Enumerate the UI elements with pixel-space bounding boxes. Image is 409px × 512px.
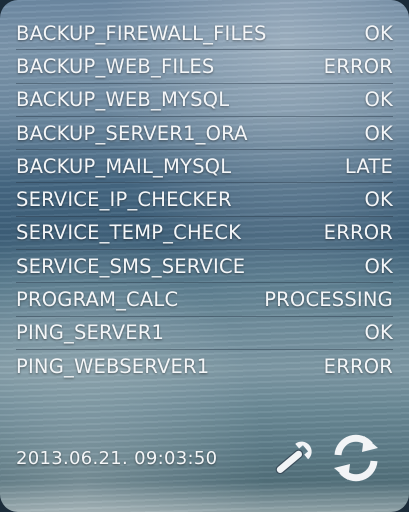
job-row[interactable]: BACKUP_FIREWALL_FILES OK bbox=[16, 17, 393, 51]
job-row[interactable]: SERVICE_TEMP_CHECK ERROR bbox=[16, 217, 393, 251]
job-status: OK bbox=[364, 121, 393, 145]
wrench-icon bbox=[275, 441, 312, 475]
job-name: SERVICE_IP_CHECKER bbox=[16, 188, 232, 212]
refresh-button[interactable] bbox=[325, 427, 387, 489]
job-status: OK bbox=[364, 21, 393, 45]
job-list: BACKUP_FIREWALL_FILES OK BACKUP_WEB_FILE… bbox=[16, 17, 393, 383]
job-name: BACKUP_WEB_MYSQL bbox=[16, 88, 230, 112]
job-name: BACKUP_MAIL_MYSQL bbox=[16, 154, 232, 178]
job-row[interactable]: BACKUP_WEB_MYSQL OK bbox=[16, 84, 393, 117]
job-status: PROCESSING bbox=[264, 288, 393, 312]
job-status: OK bbox=[364, 321, 393, 345]
job-name: PING_SERVER1 bbox=[16, 321, 165, 345]
job-name: BACKUP_FIREWALL_FILES bbox=[16, 21, 267, 45]
job-row[interactable]: PING_WEBSERVER1 ERROR bbox=[16, 350, 393, 383]
job-name: PING_WEBSERVER1 bbox=[16, 355, 210, 379]
job-row[interactable]: BACKUP_MAIL_MYSQL LATE bbox=[16, 150, 393, 184]
job-name: BACKUP_SERVER1_ORA bbox=[16, 121, 248, 145]
widget-footer: 2013.06.21. 09:03:50 bbox=[16, 428, 387, 488]
job-status: LATE bbox=[344, 154, 393, 178]
job-name: SERVICE_SMS_SERVICE bbox=[16, 254, 246, 278]
last-update-timestamp: 2013.06.21. 09:03:50 bbox=[16, 447, 218, 469]
job-status: OK bbox=[364, 188, 393, 212]
job-row[interactable]: SERVICE_IP_CHECKER OK bbox=[16, 183, 393, 217]
settings-button[interactable] bbox=[263, 427, 325, 489]
job-name: BACKUP_WEB_FILES bbox=[16, 54, 215, 78]
job-row[interactable]: BACKUP_SERVER1_ORA OK bbox=[16, 117, 393, 151]
job-status: ERROR bbox=[323, 355, 393, 379]
job-status: ERROR bbox=[323, 221, 393, 245]
job-row[interactable]: PING_SERVER1 OK bbox=[16, 317, 393, 350]
job-status: OK bbox=[364, 88, 393, 112]
refresh-icon bbox=[334, 434, 378, 482]
job-row[interactable]: SERVICE_SMS_SERVICE OK bbox=[16, 250, 393, 284]
job-row[interactable]: BACKUP_WEB_FILES ERROR bbox=[16, 50, 393, 84]
status-widget: BACKUP_FIREWALL_FILES OK BACKUP_WEB_FILE… bbox=[0, 0, 409, 512]
job-name: PROGRAM_CALC bbox=[16, 288, 179, 312]
job-status: OK bbox=[364, 254, 393, 278]
job-row[interactable]: PROGRAM_CALC PROCESSING bbox=[16, 283, 393, 317]
job-name: SERVICE_TEMP_CHECK bbox=[16, 221, 242, 245]
job-status: ERROR bbox=[323, 54, 393, 78]
